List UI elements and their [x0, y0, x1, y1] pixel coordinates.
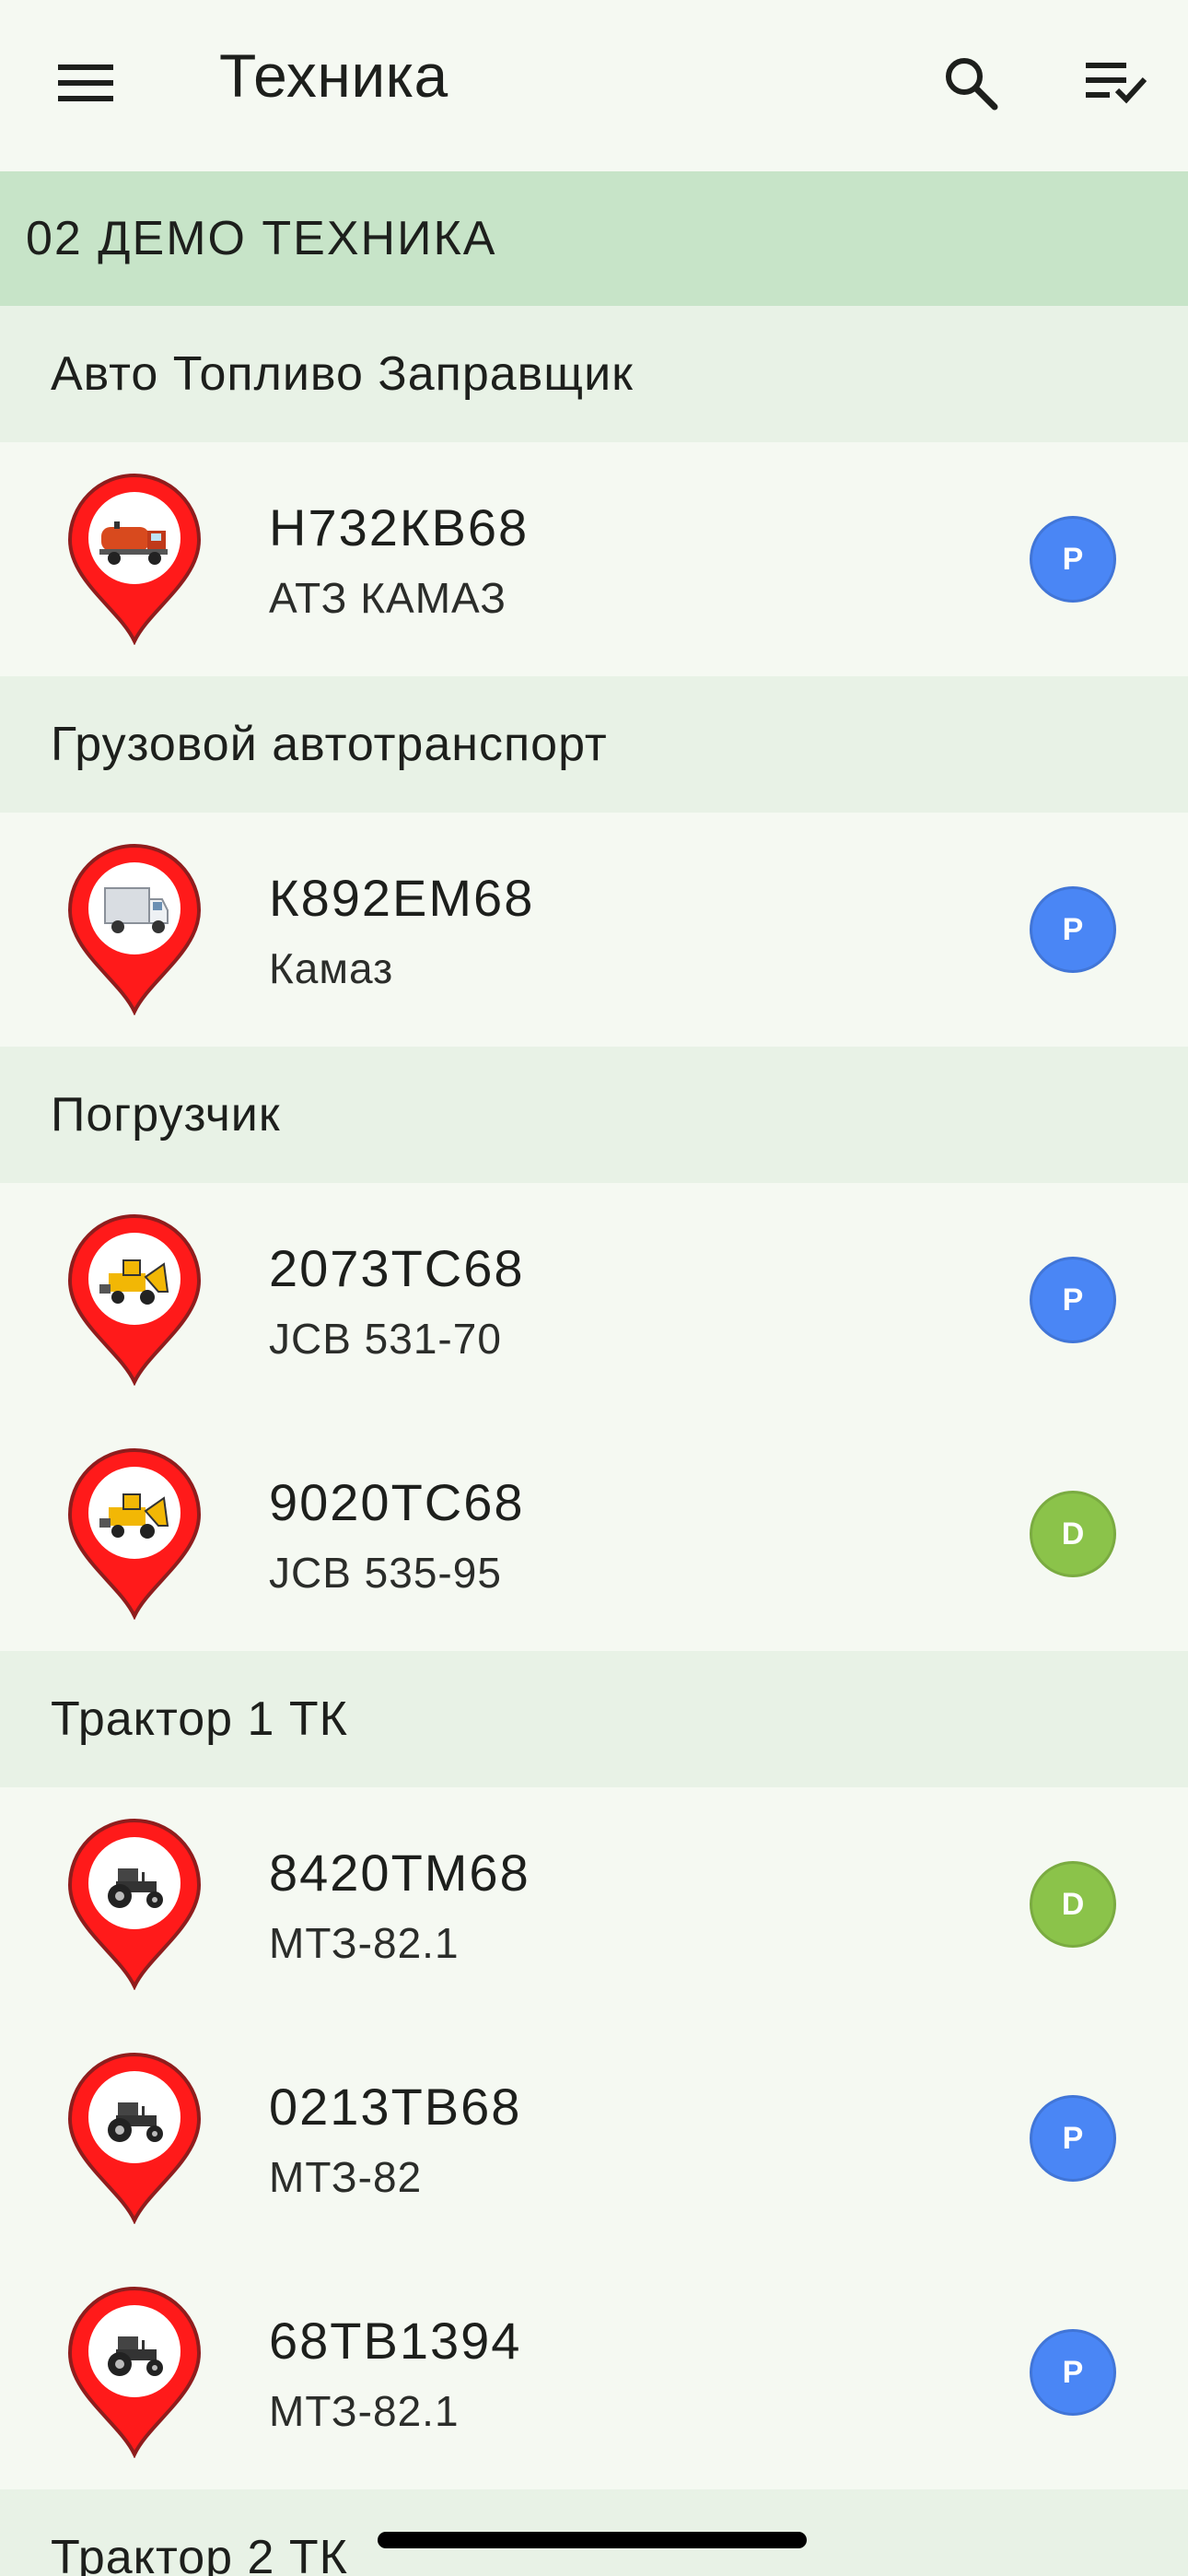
- vehicle-plate: 0213ТВ68: [269, 2078, 522, 2136]
- category-header[interactable]: Погрузчик: [0, 1047, 1188, 1183]
- menu-icon: [58, 64, 113, 101]
- vehicle-list-item[interactable]: 0213ТВ68 МТЗ-82 P: [0, 2021, 1188, 2255]
- vehicle-list-item[interactable]: Н732КВ68 АТЗ КАМАЗ P: [0, 442, 1188, 676]
- map-pin-loader-icon: [63, 1446, 206, 1621]
- search-button[interactable]: [926, 39, 1015, 127]
- category-header[interactable]: Авто Топливо Заправщик: [0, 306, 1188, 442]
- page-title: Техника: [219, 41, 448, 110]
- vehicle-model: МТЗ-82: [269, 2153, 423, 2201]
- vehicle-list-item[interactable]: 2073ТС68 JCB 531-70 P: [0, 1183, 1188, 1417]
- vehicle-plate: Н732КВ68: [269, 498, 530, 556]
- map-pin-fuel-truck-icon: [63, 472, 206, 646]
- app-screen: Техника 02 ДЕМО ТЕХНИКА Авто Топливо Зап…: [0, 0, 1188, 2576]
- status-badge: D: [1030, 1861, 1116, 1948]
- vehicle-model: МТЗ-82.1: [269, 1919, 460, 1967]
- group-header[interactable]: 02 ДЕМО ТЕХНИКА: [0, 171, 1188, 306]
- vehicle-list: 02 ДЕМО ТЕХНИКА Авто Топливо Заправщик Н…: [0, 171, 1188, 2576]
- vehicle-plate: 2073ТС68: [269, 1239, 525, 1297]
- vehicle-model: JCB 535-95: [269, 1549, 502, 1597]
- menu-button[interactable]: [44, 41, 127, 124]
- status-badge: P: [1030, 2095, 1116, 2182]
- vehicle-model: АТЗ КАМАЗ: [269, 574, 507, 622]
- map-pin-tractor-icon: [63, 2285, 206, 2459]
- map-pin-tractor-icon: [63, 2051, 206, 2225]
- top-app-bar: Техника: [0, 0, 1188, 171]
- vehicle-list-item[interactable]: 8420ТМ68 МТЗ-82.1 D: [0, 1787, 1188, 2021]
- category-header[interactable]: Трактор 1 ТК: [0, 1651, 1188, 1787]
- map-pin-tractor-icon: [63, 1817, 206, 1991]
- status-badge: P: [1030, 516, 1116, 603]
- home-indicator: [378, 2532, 807, 2548]
- status-badge: P: [1030, 2329, 1116, 2416]
- vehicle-model: МТЗ-82.1: [269, 2387, 460, 2435]
- vehicle-list-item[interactable]: 68ТВ1394 МТЗ-82.1 P: [0, 2255, 1188, 2489]
- map-pin-cargo-truck-icon: [63, 842, 206, 1016]
- checklist-icon: [1086, 63, 1147, 104]
- vehicle-model: JCB 531-70: [269, 1315, 502, 1363]
- status-badge: D: [1030, 1491, 1116, 1577]
- status-badge: P: [1030, 886, 1116, 973]
- vehicle-plate: 8420ТМ68: [269, 1844, 530, 1902]
- vehicle-list-item[interactable]: К892ЕМ68 Камаз P: [0, 813, 1188, 1047]
- map-pin-loader-icon: [63, 1212, 206, 1387]
- vehicle-plate: К892ЕМ68: [269, 869, 535, 927]
- vehicle-list-item[interactable]: 9020ТС68 JCB 535-95 D: [0, 1417, 1188, 1651]
- category-header[interactable]: Грузовой автотранспорт: [0, 676, 1188, 813]
- search-icon: [946, 58, 998, 111]
- checklist-button[interactable]: [1072, 39, 1160, 127]
- category-list: Авто Топливо Заправщик Н732КВ68 АТЗ КАМАЗ…: [0, 306, 1188, 2576]
- vehicle-plate: 9020ТС68: [269, 1473, 525, 1531]
- vehicle-plate: 68ТВ1394: [269, 2312, 522, 2370]
- status-badge: P: [1030, 1257, 1116, 1343]
- vehicle-model: Камаз: [269, 944, 394, 992]
